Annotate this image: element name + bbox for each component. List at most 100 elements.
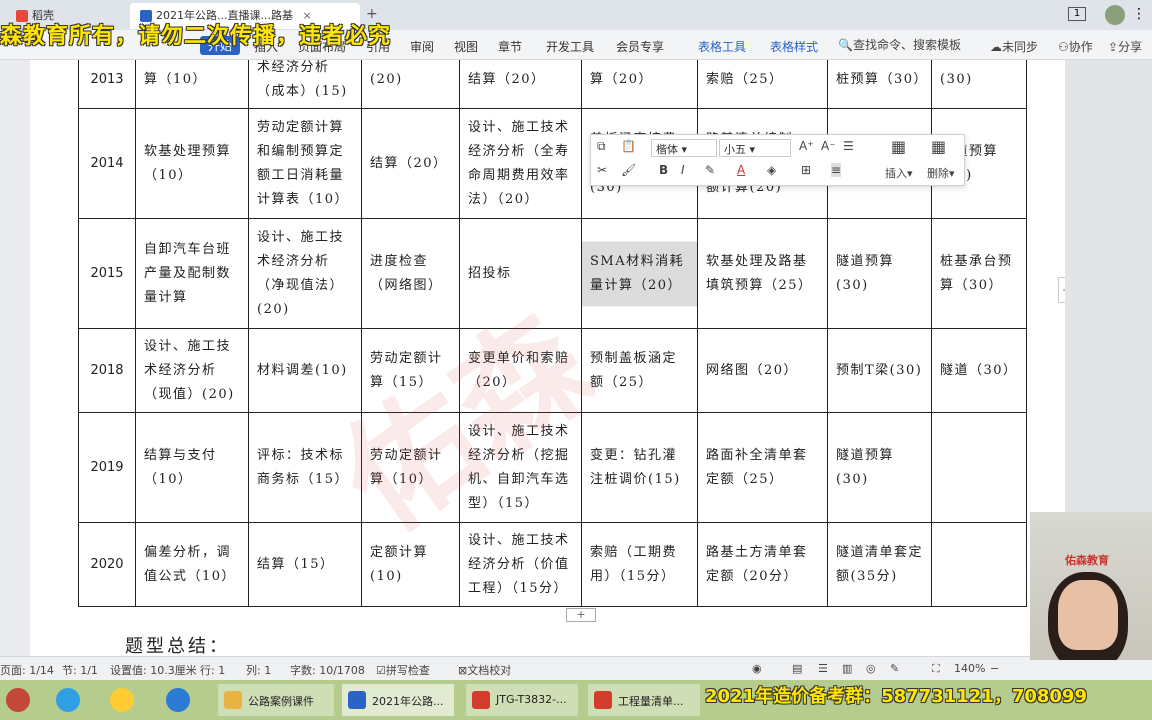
table-cell[interactable]: 材料调差(10) [248,328,362,413]
table-cell[interactable]: 定额计算(10) [361,522,460,607]
task-item-writer[interactable]: 2021年公路... [342,684,454,716]
page-view-icon[interactable]: ▤ [792,662,802,675]
command-search[interactable]: 🔍查找命令、搜索模板 [838,36,961,53]
table-cell[interactable]: 网络图（20） [697,328,828,413]
outline-view-icon[interactable]: ☰ [818,662,828,675]
table-row[interactable]: 2019 结算与支付（10） 评标：技术标商务标（15） 劳动定额计算（10） 设计、施… [78,412,1027,523]
font-name-select[interactable]: 楷体 ▾ [651,139,717,157]
ribbon-tab-view[interactable]: 视图 [454,38,478,55]
web-view-icon[interactable]: ◎ [866,662,876,675]
shrink-font-icon[interactable]: A⁻ [821,139,836,153]
table-row[interactable]: 2015 自卸汽车台班产量及配制数量计算 设计、施工技术经济分析（净现值法）(20)… [78,218,1027,329]
table-icon[interactable]: ▦ [891,137,906,156]
table-row[interactable]: 2020 偏差分析，调值公式（10） 结算（15） 定额计算(10) 设计、施工技术经济… [78,522,1027,607]
table-cell[interactable]: 变更：钻孔灌注桩调价(15) [581,412,698,523]
table-cell[interactable]: 结算（15） [248,522,362,607]
table-row[interactable]: 2018 设计、施工技术经济分析（现值）(20) 材料调差(10) 劳动定额计算（15… [78,328,1027,413]
year-cell[interactable]: 2020 [78,522,136,607]
bold-icon[interactable]: B [659,163,668,177]
more-icon[interactable]: ⋮ [1132,6,1146,22]
table-cell[interactable]: (20) [361,60,460,109]
ribbon-tab-chapter[interactable]: 章节 [498,38,522,55]
table-cell[interactable]: 隧道预算(30) [827,218,932,329]
table-cell[interactable]: 设计、施工技术经济分析（净现值法）(20) [248,218,362,329]
table-cell[interactable]: 结算（20） [361,108,460,219]
zoom-out-icon[interactable]: − [990,662,999,675]
task-item-pdf-2[interactable]: 工程量清单... [588,684,700,716]
collaborate-button[interactable]: ⚇协作 [1058,38,1093,55]
start-icon[interactable] [6,688,30,712]
add-row-button[interactable]: + [566,608,596,622]
table-cell[interactable]: (30) [931,60,1027,109]
year-cell[interactable]: 2018 [78,328,136,413]
grow-font-icon[interactable]: A⁺ [799,139,814,153]
italic-icon[interactable]: I [681,163,685,177]
font-size-select[interactable]: 小五 ▾ [719,139,791,157]
copy-icon[interactable]: ⧉ [597,139,606,154]
table-cell[interactable]: 评标：技术标商务标（15） [248,412,362,523]
year-cell[interactable]: 2013 [78,60,136,109]
format-painter-icon[interactable]: 🖌 [621,163,636,177]
write-view-icon[interactable]: ✎ [890,662,899,675]
year-cell[interactable]: 2015 [78,218,136,329]
border-icon[interactable]: ⊞ [801,163,811,177]
sync-status[interactable]: ☁未同步 [990,38,1038,55]
year-cell[interactable]: 2019 [78,412,136,523]
line-spacing-icon[interactable]: ☰ [843,139,854,153]
table-cell[interactable]: 预制盖板涵定额（25） [581,328,698,413]
table-cell[interactable]: 索赔（工期费用）（15分） [581,522,698,607]
table-row[interactable]: 2013 算（10） 术经济分析（成本）(15) (20) 结算（20） 算（20） 索赔（… [78,60,1027,109]
table-cell[interactable]: 路面补全清单套定额（25） [697,412,828,523]
table-cell[interactable]: 设计、施工技术经济分析（现值）(20) [135,328,249,413]
paste-icon[interactable]: 📋 [621,139,636,153]
app-icon-1[interactable] [56,688,80,712]
table-cell[interactable]: 变更单价和索赔（20） [459,328,582,413]
table-cell[interactable]: 设计、施工技术经济分析（价值工程）（15分） [459,522,582,607]
highlight-icon[interactable]: ✎ [705,163,715,177]
share-button[interactable]: ⇪分享 [1108,38,1142,55]
table-cell[interactable]: 算（10） [135,60,249,109]
table-cell[interactable]: 桩基承台预算（30） [931,218,1027,329]
zoom-level[interactable]: 140% [954,662,985,675]
table-cell[interactable]: 设计、施工技术经济分析（全寿命周期费用效率法）（20） [459,108,582,219]
user-avatar[interactable] [1105,5,1125,25]
task-item-folder[interactable]: 公路案例课件 [218,684,334,716]
table-cell[interactable]: 招投标 [459,218,582,329]
fill-color-icon[interactable]: ◈ [767,163,776,177]
search-app-icon[interactable] [166,688,190,712]
eye-icon[interactable]: ◉ [752,662,762,675]
table-cell[interactable] [931,412,1027,523]
doc-proof-button[interactable]: ⊠文档校对 [458,662,511,678]
align-icon[interactable]: ≡ [831,163,842,177]
year-cell[interactable]: 2014 [78,108,136,219]
table-cell[interactable]: 隧道清单套定额(35分) [827,522,932,607]
table-cell[interactable]: 隧道（30） [931,328,1027,413]
window-count-badge[interactable]: 1 [1068,7,1086,21]
table-cell[interactable]: 结算（20） [459,60,582,109]
task-item-pdf-1[interactable]: JTG-T3832-... [466,684,578,716]
table-cell[interactable]: 劳动定额计算和编制预算定额工日消耗量计算表（10） [248,108,362,219]
table-cell[interactable]: 软基处理及路基填筑预算（25） [697,218,828,329]
ribbon-tab-review[interactable]: 审阅 [410,38,434,55]
table-cell[interactable]: 劳动定额计算（15） [361,328,460,413]
status-page[interactable]: 页面: 1/14 [0,662,54,678]
status-word-count[interactable]: 字数: 10/1708 [290,662,365,678]
delete-table-icon[interactable]: ▦ [931,137,946,156]
ribbon-tab-table-style[interactable]: 表格样式 [770,38,818,55]
table-cell[interactable]: 偏差分析，调值公式（10） [135,522,249,607]
table-cell[interactable]: 预制T梁(30) [827,328,932,413]
table-cell[interactable]: 隧道预算(30) [827,412,932,523]
spell-check-button[interactable]: ☑拼写检查 [376,662,430,678]
table-cell[interactable]: 桩预算（30） [827,60,932,109]
table-cell[interactable]: SMA材料消耗量计算（20） [581,218,698,329]
font-color-icon[interactable]: A [737,163,745,177]
ribbon-tab-member[interactable]: 会员专享 [616,38,664,55]
table-cell[interactable]: 自卸汽车台班产量及配制数量计算 [135,218,249,329]
table-cell[interactable]: 术经济分析（成本）(15) [248,60,362,109]
ribbon-tab-developer[interactable]: 开发工具 [546,38,594,55]
table-cell[interactable]: 进度检查（网络图） [361,218,460,329]
table-cell[interactable]: 结算与支付（10） [135,412,249,523]
insert-button[interactable]: 插入▾ [885,165,913,181]
delete-button[interactable]: 删除▾ [927,165,955,181]
ribbon-tab-table-tools[interactable]: 表格工具 [698,38,746,55]
